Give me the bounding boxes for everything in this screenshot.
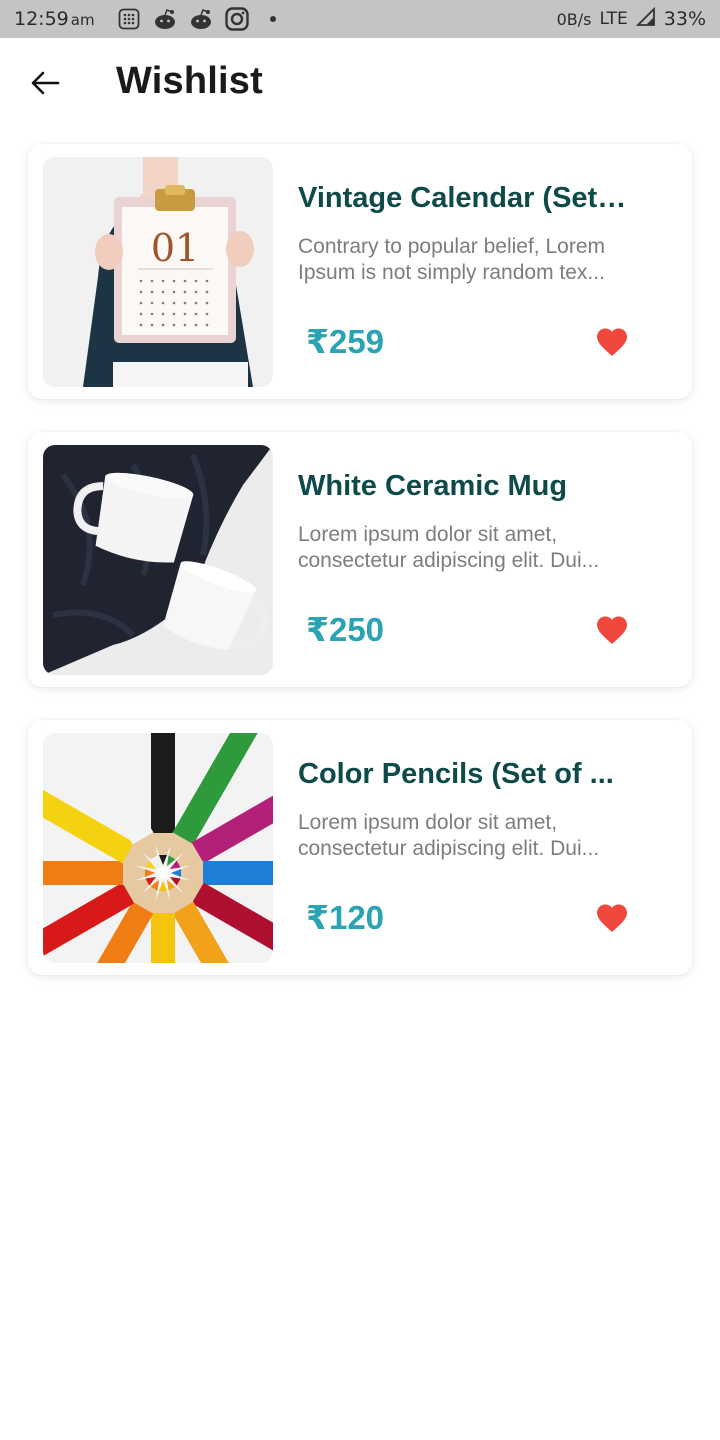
status-bar: 12:59 am 0B/s LTE 33% [0, 0, 720, 38]
dot-icon [261, 7, 285, 31]
app-bar: Wishlist [0, 38, 720, 130]
heart-icon [597, 328, 627, 357]
wishlist-card[interactable]: White Ceramic Mug Lorem ipsum dolor sit … [28, 432, 692, 687]
reddit-icon [153, 7, 177, 31]
heart-icon [597, 616, 627, 645]
network-type: LTE [599, 9, 628, 29]
favorite-button[interactable] [594, 612, 630, 648]
page-title: Wishlist [116, 60, 263, 102]
instagram-icon [224, 7, 249, 31]
item-description: Contrary to popular belief, Lorem Ipsum … [298, 235, 605, 284]
calendar-photo: 01 [43, 157, 273, 387]
item-price: ₹259 [306, 323, 385, 360]
item-price: ₹120 [306, 899, 385, 936]
item-title[interactable]: Vintage Calendar (Set ... [298, 182, 628, 215]
item-title[interactable]: White Ceramic Mug [298, 470, 628, 503]
battery-level: 33% [663, 8, 706, 30]
item-description: Lorem ipsum dolor sit amet, consectetur … [298, 523, 600, 572]
calculator-icon [117, 7, 141, 31]
favorite-button[interactable] [594, 900, 630, 936]
signal-icon [635, 6, 656, 32]
heart-icon [597, 904, 627, 933]
mugs-photo [43, 445, 273, 675]
status-time: 12:59 am [14, 8, 95, 30]
favorite-button[interactable] [594, 324, 630, 360]
wishlist-card[interactable]: Color Pencils (Set of ... Lorem ipsum do… [28, 720, 692, 975]
net-speed: 0B/s [556, 9, 592, 29]
calendar-number: 01 [151, 226, 199, 270]
item-title[interactable]: Color Pencils (Set of ... [298, 758, 628, 791]
item-price: ₹250 [306, 611, 385, 648]
wishlist-card[interactable]: 01 Vintage Calendar (Set ... Contrary to… [28, 144, 692, 399]
reddit-icon [189, 7, 213, 31]
item-description: Lorem ipsum dolor sit amet, consectetur … [298, 811, 600, 860]
pencils-photo [43, 733, 273, 963]
back-button[interactable] [22, 60, 68, 106]
arrow-left-icon [31, 71, 60, 95]
